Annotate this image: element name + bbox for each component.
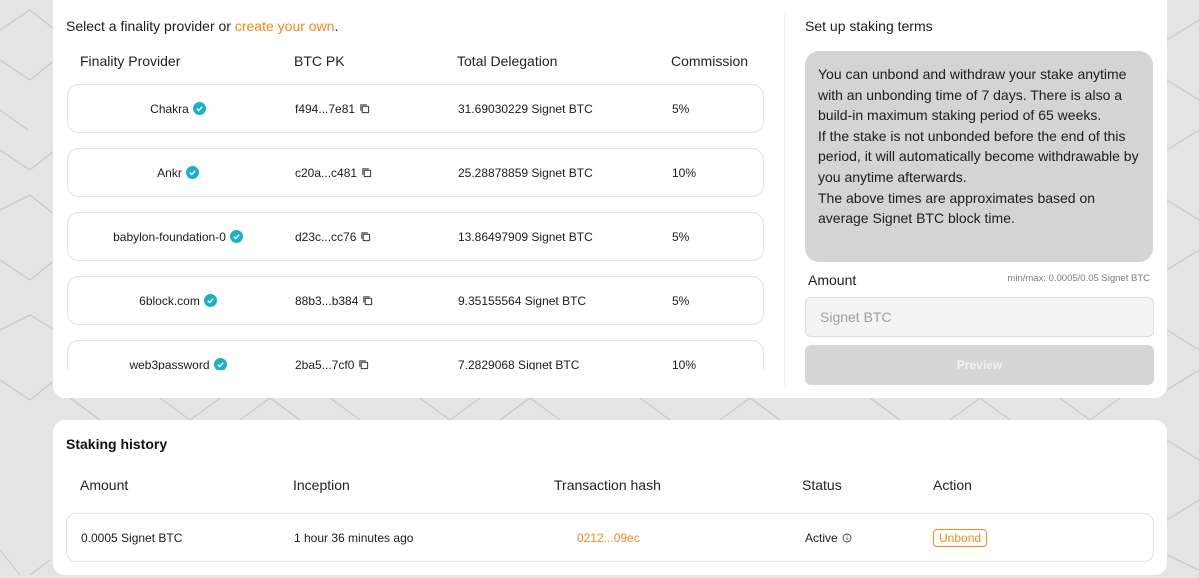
provider-commission: 10% [672,357,697,371]
provider-name: Chakra [150,101,189,116]
copy-icon[interactable] [360,231,371,242]
amount-label: Amount [808,272,857,288]
provider-pk: 2ba5...7cf0 [295,357,355,371]
provider-pk: c20a...c481 [295,165,358,180]
provider-name-cell: Ankr [68,149,288,196]
provider-delegation: 31.69030229 Signet BTC [458,101,593,116]
provider-commission: 10% [672,165,697,180]
provider-delegation: 9.35155564 Signet BTC [458,293,587,308]
provider-name: 6block.com [139,293,200,308]
provider-name: Ankr [157,165,182,180]
provider-pk-cell: c20a...c481 [295,149,372,196]
provider-name: web3password [129,357,210,371]
col-header-btc-pk: BTC PK [294,53,345,69]
copy-icon[interactable] [361,167,372,178]
history-col-action: Action [933,477,972,493]
provider-pk: 88b3...b384 [295,293,359,308]
verified-check-icon [213,358,227,370]
history-amount: 0.0005 Signet BTC [81,530,183,545]
preview-button[interactable]: Preview [805,345,1154,385]
provider-pk-cell: 88b3...b384 [295,277,373,324]
staking-terms-title: Set up staking terms [805,18,933,34]
provider-pk-cell: 2ba5...7cf0 [295,341,369,370]
provider-pk-cell: d23c...cc76 [295,213,371,260]
provider-pk: d23c...cc76 [295,229,357,244]
staking-history-title: Staking history [66,436,168,452]
provider-name-cell: 6block.com [68,277,288,324]
history-action-cell: Unbond [933,514,988,561]
provider-row[interactable]: 6block.com 88b3...b384 9.35155564 Signet… [67,276,764,325]
col-header-total-delegation: Total Delegation [457,53,558,69]
provider-commission: 5% [672,101,690,116]
provider-row[interactable]: Ankr c20a...c481 25.28878859 Signet BTC … [67,148,764,197]
intro-period: . [334,18,339,34]
provider-row[interactable]: babylon-foundation-0 d23c...cc76 13.8649… [67,212,764,261]
provider-delegation: 13.86497909 Signet BTC [458,229,593,244]
history-row: 0.0005 Signet BTC 1 hour 36 minutes ago … [66,513,1154,562]
panel-divider [784,14,785,386]
amount-minmax-hint: min/max: 0.0005/0.05 Signet BTC [1007,273,1150,284]
provider-select-intro: Select a finality provider or create you… [66,18,338,34]
amount-input[interactable] [805,297,1154,337]
provider-name-cell: Chakra [68,85,288,132]
intro-text: Select a finality provider or [66,18,235,34]
provider-commission: 5% [672,293,690,308]
provider-name-cell: web3password [68,341,288,370]
copy-icon[interactable] [359,103,370,114]
copy-icon[interactable] [358,359,369,370]
terms-paragraph: The above times are approximates based o… [818,189,1096,227]
history-col-amount: Amount [80,477,129,493]
history-col-status: Status [802,477,842,493]
info-icon[interactable] [842,533,852,543]
history-status-cell: Active [805,514,852,561]
terms-paragraph: If the stake is not unbonded before the … [818,127,1139,185]
provider-commission: 5% [672,229,690,244]
verified-check-icon [192,102,206,115]
history-inception: 1 hour 36 minutes ago [294,530,414,545]
history-col-inception: Inception [293,477,350,493]
status-text: Active [805,530,838,545]
copy-icon[interactable] [362,295,373,306]
staking-terms-info: You can unbond and withdraw your stake a… [805,51,1153,262]
unbond-button[interactable]: Unbond [933,528,988,547]
staking-form-card: Select a finality provider or create you… [53,0,1167,398]
col-header-commission: Commission [671,53,749,69]
provider-row[interactable]: Chakra f494...7e81 31.69030229 Signet BT… [67,84,764,133]
staking-history-card: Staking history Amount Inception Transac… [53,420,1167,575]
provider-row[interactable]: web3password 2ba5...7cf0 7.2829068 Signe… [67,340,764,370]
create-own-provider-link[interactable]: create your own [235,18,335,34]
provider-delegation: 25.28878859 Signet BTC [458,165,593,180]
provider-name: babylon-foundation-0 [113,229,226,244]
verified-check-icon [203,294,217,307]
col-header-finality-provider: Finality Provider [80,53,181,69]
provider-name-cell: babylon-foundation-0 [68,213,288,260]
provider-pk-cell: f494...7e81 [295,85,370,132]
verified-check-icon [185,166,199,179]
finality-provider-list[interactable]: Chakra f494...7e81 31.69030229 Signet BT… [66,84,764,370]
provider-delegation: 7.2829068 Signet BTC [458,357,580,371]
provider-pk: f494...7e81 [295,101,356,116]
terms-paragraph: You can unbond and withdraw your stake a… [818,66,1127,124]
history-col-transaction-hash: Transaction hash [554,477,661,493]
verified-check-icon [229,230,243,243]
transaction-hash-link[interactable]: 0212...09ec [577,514,640,561]
